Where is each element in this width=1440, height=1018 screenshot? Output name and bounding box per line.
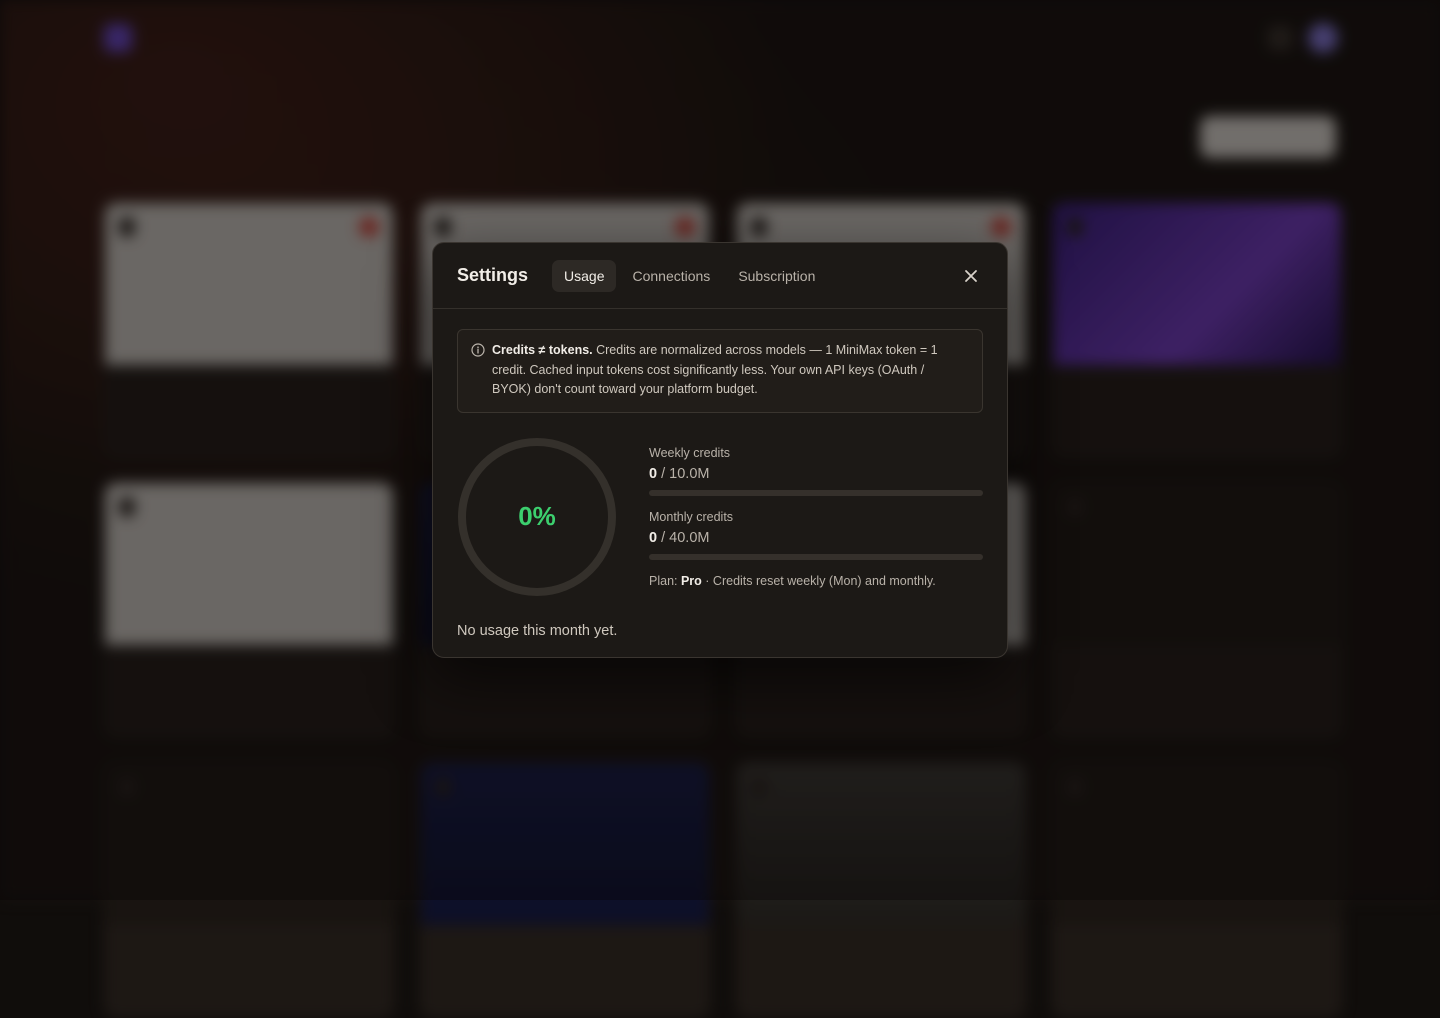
plan-name: Pro	[680, 573, 702, 588]
monthly-credits-label: Monthly credits	[649, 509, 734, 524]
weekly-credits-used: 0	[649, 465, 658, 482]
modal-title: Settings	[457, 265, 529, 285]
settings-modal: Settings Usage Connections Subscription …	[432, 242, 1008, 658]
close-icon	[965, 269, 977, 282]
info-icon	[471, 343, 485, 357]
monthly-credits-meter: Monthly credits 0 / 40.0M	[649, 510, 983, 560]
weekly-credits-label: Weekly credits	[649, 445, 731, 460]
modal-body: Credits ≠ tokens. Credits are normalized…	[433, 309, 1007, 659]
value-separator: /	[661, 465, 670, 482]
plan-info: Plan: Pro · Credits reset weekly (Mon) a…	[649, 574, 983, 588]
usage-section: 0% Weekly credits 0 / 10.0M Monthly cred…	[457, 437, 983, 597]
usage-percent: 0%	[518, 501, 556, 531]
monthly-credits-value: 0 / 40.0M	[649, 530, 983, 546]
close-button[interactable]	[959, 264, 983, 288]
monthly-credits-used: 0	[649, 529, 658, 546]
usage-ring: 0%	[457, 437, 617, 597]
credits-notice: Credits ≠ tokens. Credits are normalized…	[457, 329, 983, 413]
tab-subscription[interactable]: Subscription	[726, 260, 827, 292]
weekly-credits-bar	[649, 489, 983, 496]
usage-empty-note: No usage this month yet.	[457, 622, 618, 639]
weekly-credits-meter: Weekly credits 0 / 10.0M	[649, 446, 983, 496]
notice-heading: Credits ≠ tokens.	[492, 343, 593, 357]
value-separator: /	[661, 529, 670, 546]
modal-header: Settings Usage Connections Subscription	[433, 243, 1007, 309]
monthly-credits-bar	[649, 553, 983, 560]
tab-connections[interactable]: Connections	[620, 260, 722, 292]
plan-prefix: Plan:	[649, 573, 681, 588]
monthly-credits-limit: 40.0M	[669, 529, 710, 546]
weekly-credits-value: 0 / 10.0M	[649, 466, 983, 482]
weekly-credits-limit: 10.0M	[669, 465, 710, 482]
settings-tabs: Usage Connections Subscription	[552, 259, 827, 292]
credit-meters: Weekly credits 0 / 10.0M Monthly credits…	[649, 437, 983, 597]
plan-reset-note: · Credits reset weekly (Mon) and monthly…	[701, 573, 936, 588]
tab-usage[interactable]: Usage	[552, 259, 617, 292]
